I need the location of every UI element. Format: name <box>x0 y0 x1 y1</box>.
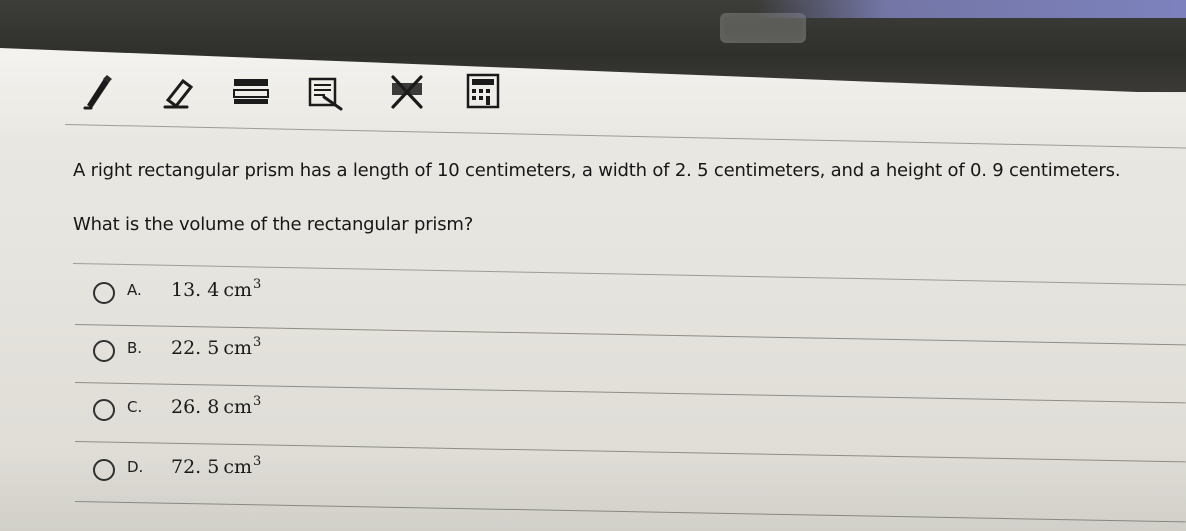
choice-letter: A. <box>127 281 142 299</box>
choice-letter: D. <box>127 458 144 476</box>
radio-button-icon[interactable] <box>93 282 115 304</box>
question-prompt: What is the volume of the rectangular pr… <box>73 214 474 235</box>
pencil-tool[interactable] <box>78 68 124 114</box>
eraser-tool[interactable] <box>156 68 202 114</box>
choice-letter: C. <box>127 398 143 416</box>
choice-unit: cm <box>223 337 253 359</box>
notepad-icon <box>308 77 343 111</box>
choice-exponent: 3 <box>253 335 262 350</box>
choice-letter: B. <box>127 339 143 357</box>
choice-unit: cm <box>223 456 253 478</box>
answer-choice-b[interactable]: B. 22. 5 cm3 <box>74 323 1186 404</box>
radio-button-icon[interactable] <box>93 459 115 481</box>
radio-button-icon[interactable] <box>93 340 115 362</box>
notepad-tool[interactable] <box>303 68 349 114</box>
status-pill <box>720 13 806 43</box>
eliminate-choice-icon <box>391 75 423 109</box>
choice-value: 72. 5 cm3 <box>171 454 261 478</box>
answer-choices: A. 13. 4 cm3 B. 22. 5 cm3 C. 26. 8 cm3 D. <box>74 265 1186 523</box>
test-screen: A right rectangular prism has a length o… <box>0 0 1186 531</box>
question-stem: A right rectangular prism has a length o… <box>73 160 1121 181</box>
choice-divider <box>74 501 1186 523</box>
tool-bar <box>78 68 508 120</box>
choice-number: 72. 5 <box>171 456 220 478</box>
calculator-icon <box>466 73 500 109</box>
pencil-icon <box>83 75 112 110</box>
answer-choice-c[interactable]: C. 26. 8 cm3 <box>74 382 1186 463</box>
choice-number: 22. 5 <box>171 337 220 359</box>
choice-number: 13. 4 <box>171 279 220 301</box>
choice-unit: cm <box>223 396 253 418</box>
line-reader-tool[interactable] <box>228 68 274 114</box>
choice-value: 26. 8 cm3 <box>171 394 261 418</box>
choice-value: 13. 4 cm3 <box>171 277 261 301</box>
eraser-icon <box>163 78 194 109</box>
answer-choice-d[interactable]: D. 72. 5 cm3 <box>74 442 1186 523</box>
line-reader-icon <box>233 79 269 104</box>
eliminate-choice-tool[interactable] <box>384 68 430 114</box>
answer-choice-a[interactable]: A. 13. 4 cm3 <box>74 265 1186 346</box>
choice-exponent: 3 <box>253 277 262 292</box>
calculator-tool[interactable] <box>460 68 506 114</box>
choice-number: 26. 8 <box>171 396 220 418</box>
choice-exponent: 3 <box>253 454 262 469</box>
choice-exponent: 3 <box>253 394 262 409</box>
choice-unit: cm <box>223 279 253 301</box>
choice-value: 22. 5 cm3 <box>171 335 261 359</box>
radio-button-icon[interactable] <box>93 399 115 421</box>
